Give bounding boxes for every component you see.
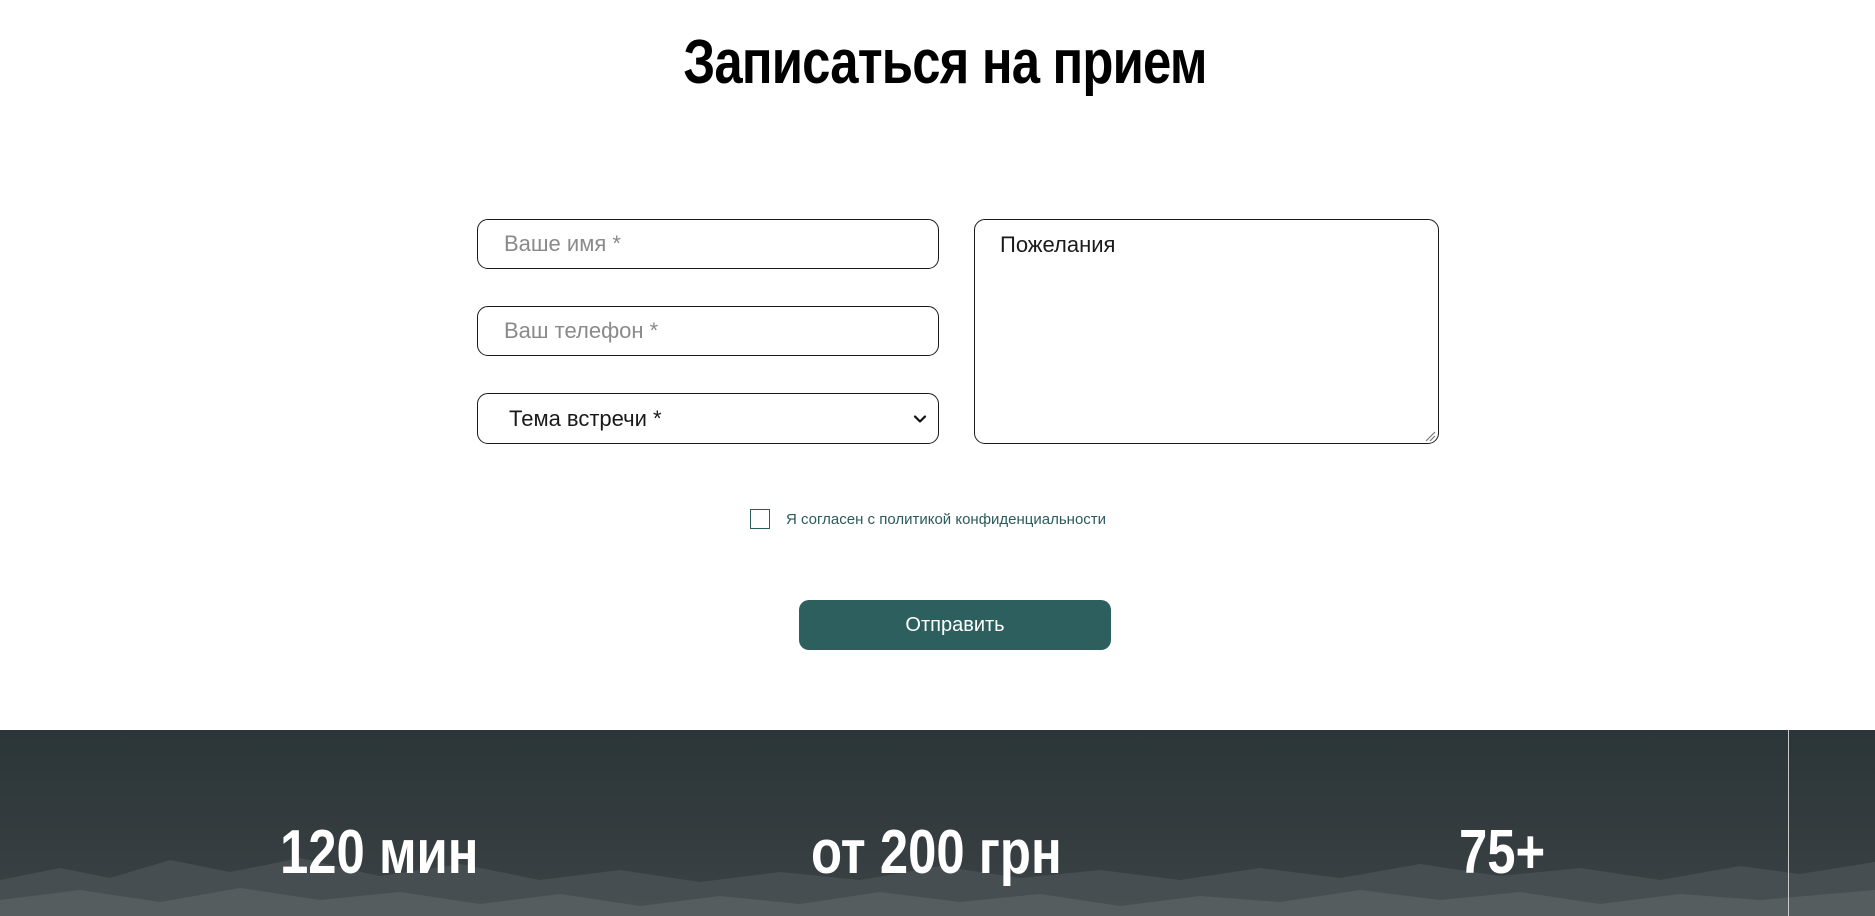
stat-count: 75+ <box>1459 818 1546 887</box>
vertical-divider <box>1788 730 1789 916</box>
page: Записаться на прием Тема встречи * Я сог… <box>0 0 1875 916</box>
name-input[interactable] <box>477 219 939 269</box>
chevron-down-icon <box>913 414 927 423</box>
consent-checkbox[interactable] <box>750 509 770 529</box>
resize-grip-icon[interactable] <box>1424 430 1436 442</box>
phone-input[interactable] <box>477 306 939 356</box>
stat-duration: 120 мин <box>280 818 479 887</box>
appointment-form-section: Записаться на прием Тема встречи * Я сог… <box>0 0 1875 730</box>
page-title: Записаться на прием <box>683 28 1207 97</box>
consent-checkbox-row[interactable]: Я согласен с политикой конфиденциальност… <box>750 509 1106 529</box>
submit-button[interactable]: Отправить <box>799 600 1111 650</box>
topic-select[interactable]: Тема встречи * <box>477 393 939 444</box>
stats-banner: 120 мин от 200 грн 75+ <box>0 730 1875 916</box>
stat-price: от 200 грн <box>811 818 1062 887</box>
topic-select-value: Тема встречи * <box>509 405 662 431</box>
consent-label: Я согласен с политикой конфиденциальност… <box>786 510 1107 528</box>
wishes-textarea[interactable] <box>974 219 1439 444</box>
